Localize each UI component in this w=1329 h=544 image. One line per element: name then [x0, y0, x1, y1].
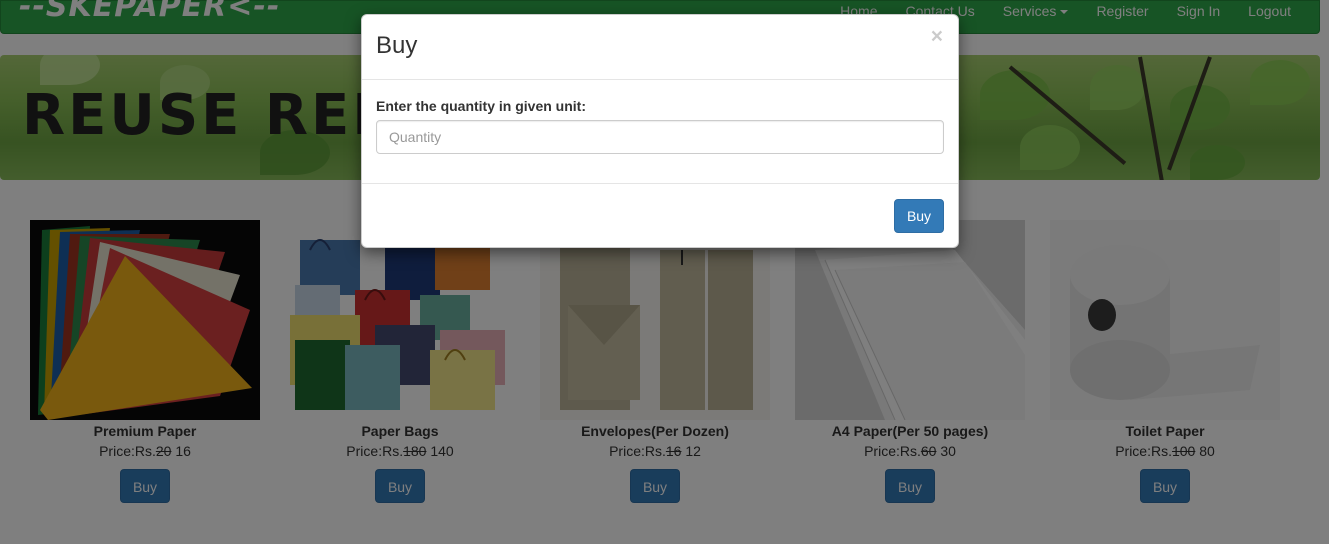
buy-submit-button[interactable]: Buy — [894, 199, 944, 233]
quantity-label: Enter the quantity in given unit: — [376, 98, 586, 114]
modal-body: Enter the quantity in given unit: — [362, 80, 958, 184]
quantity-input[interactable] — [376, 120, 944, 154]
close-icon[interactable]: × — [931, 25, 943, 49]
buy-modal: Buy × Enter the quantity in given unit: … — [361, 14, 959, 248]
modal-header: Buy × — [362, 15, 958, 80]
modal-footer: Buy — [362, 184, 958, 248]
modal-title: Buy — [376, 32, 418, 59]
